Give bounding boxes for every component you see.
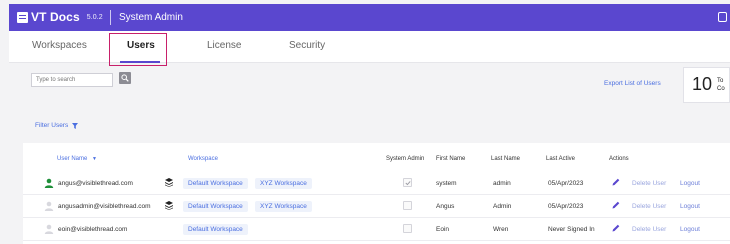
total-users-card: 10 To Co [683,67,730,103]
logout-link[interactable]: Logout [680,203,700,210]
column-header-system-admin: System Admin [386,156,425,162]
layers-icon [165,201,173,210]
edit-pencil-icon[interactable] [612,224,620,232]
edit-pencil-icon[interactable] [612,201,620,209]
search-input[interactable]: Type to search [31,73,113,87]
logout-link[interactable]: Logout [680,180,700,187]
last-name: Wren [493,226,509,233]
document-logo-icon [17,11,28,23]
column-header-workspace[interactable]: Workspace [188,156,218,162]
user-email: angus@visiblethread.com [58,180,133,187]
filter-users-label: Filter Users [35,122,69,129]
total-users-label: To Co [717,78,725,92]
user-email: angusadmin@visiblethread.com [58,203,151,210]
sort-down-icon: ▼ [92,156,97,162]
tab-license[interactable]: License [207,40,241,51]
column-header-user-name[interactable]: User Name ▼ [57,156,97,162]
filter-users-link[interactable]: Filter Users [35,122,79,129]
delete-user-link[interactable]: Delete User [632,203,666,210]
user-active-icon [44,178,54,188]
layers-icon [165,178,173,187]
system-admin-checkbox[interactable] [403,201,412,210]
version-label: 5.0.2 [86,13,103,21]
system-admin-checkbox[interactable] [403,224,412,233]
last-active: Never Signed In [548,226,595,233]
user-email: eoin@visiblethread.com [58,226,128,233]
top-bar: VT Docs 5.0.2 System Admin [9,4,730,31]
workspace-tag[interactable]: XYZ Workspace [255,201,312,212]
workspace-tag[interactable]: XYZ Workspace [255,178,312,189]
first-name: system [436,180,457,187]
export-users-link[interactable]: Export List of Users [604,80,661,87]
search-icon [121,74,129,82]
search-button[interactable] [119,72,131,84]
brand[interactable]: VT Docs 5.0.2 [17,10,103,24]
brand-name: VT Docs [31,10,80,24]
table-row: eoin@visiblethread.com Default Workspace… [23,218,730,241]
first-name: Eoin [436,226,450,233]
users-table: User Name ▼ Workspace System Admin First… [23,143,730,244]
header-divider [110,10,111,25]
last-active: 05/Apr/2023 [548,203,584,210]
app-frame: VT Docs 5.0.2 System Admin Workspaces Us… [0,0,730,244]
column-header-actions: Actions [609,156,629,162]
workspace-tag[interactable]: Default Workspace [183,224,248,235]
tab-workspaces[interactable]: Workspaces [32,40,87,51]
table-row: angusadmin@visiblethread.com Default Wor… [23,195,730,218]
last-active: 05/Apr/2023 [548,180,584,187]
user-name-header-label: User Name [57,156,88,162]
column-header-first-name: First Name [436,156,466,162]
first-name: Angus [436,203,455,210]
column-header-last-active: Last Active [546,156,576,162]
total-users-count: 10 [692,74,713,94]
help-icon[interactable] [718,12,727,22]
table-row: angus@visiblethread.com Default Workspac… [23,172,730,195]
tab-security[interactable]: Security [289,40,325,51]
delete-user-link[interactable]: Delete User [632,226,666,233]
checkmark-icon [405,181,411,186]
delete-user-link[interactable]: Delete User [632,180,666,187]
logout-link[interactable]: Logout [680,226,700,233]
user-inactive-icon [44,201,54,211]
section-title: System Admin [119,12,183,23]
edit-pencil-icon[interactable] [612,178,620,186]
user-inactive-icon [44,224,54,234]
system-admin-checkbox[interactable] [403,178,412,187]
last-name: admin [493,180,511,187]
filter-icon [72,122,79,129]
workspace-tag[interactable]: Default Workspace [183,178,248,189]
workspace-tag[interactable]: Default Workspace [183,201,248,212]
column-header-last-name: Last Name [491,156,521,162]
last-name: Admin [493,203,512,210]
tab-highlight-box [109,33,167,66]
